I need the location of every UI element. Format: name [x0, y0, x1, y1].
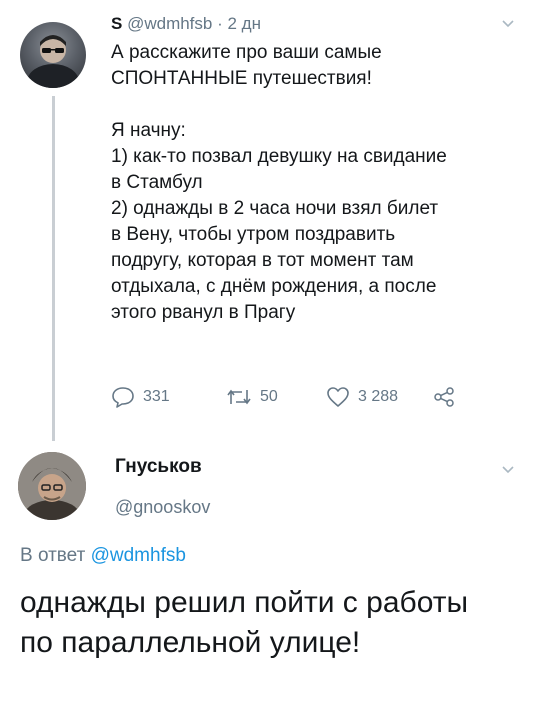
thread-line	[52, 96, 55, 441]
avatar[interactable]	[18, 452, 86, 520]
reply-to-link[interactable]: @wdmhfsb	[91, 545, 186, 566]
author-name[interactable]: Гнуськов	[115, 456, 202, 478]
avatar[interactable]	[20, 22, 86, 88]
share-icon	[433, 386, 455, 408]
tweet-intro: А расскажите про ваши самые СПОНТАННЫЕ п…	[111, 42, 382, 89]
reply-icon	[111, 386, 135, 408]
reply-context: В ответ @wdmhfsb	[20, 545, 186, 567]
reply-count: 331	[143, 388, 170, 405]
retweet-icon	[226, 386, 252, 408]
like-icon	[326, 386, 350, 408]
share-button[interactable]	[433, 382, 455, 412]
like-button[interactable]: 3 288	[326, 382, 398, 412]
tweet-header: S @wdmhfsb · 2 дн	[111, 14, 261, 34]
reply-button[interactable]: 331	[111, 382, 170, 412]
tweet-body: Я начну: 1) как-то позвал девушку на сви…	[111, 120, 447, 323]
author-handle[interactable]: @wdmhfsb	[127, 14, 212, 33]
author-name[interactable]: S	[111, 14, 122, 33]
chevron-down-icon[interactable]	[500, 16, 516, 37]
tweet-text: однажды решил пойти с работы по параллел…	[20, 586, 469, 659]
tweet-text: А расскажите про ваши самые СПОНТАННЫЕ п…	[111, 40, 521, 326]
timestamp[interactable]: · 2 дн	[217, 14, 261, 33]
retweet-count: 50	[260, 388, 278, 405]
tweet-actions: 331 50 3 288	[111, 382, 511, 412]
reply-prefix: В ответ	[20, 545, 86, 566]
retweet-button[interactable]: 50	[226, 382, 278, 412]
like-count: 3 288	[358, 388, 399, 405]
author-handle[interactable]: @gnooskov	[115, 497, 210, 518]
chevron-down-icon[interactable]	[500, 462, 516, 483]
